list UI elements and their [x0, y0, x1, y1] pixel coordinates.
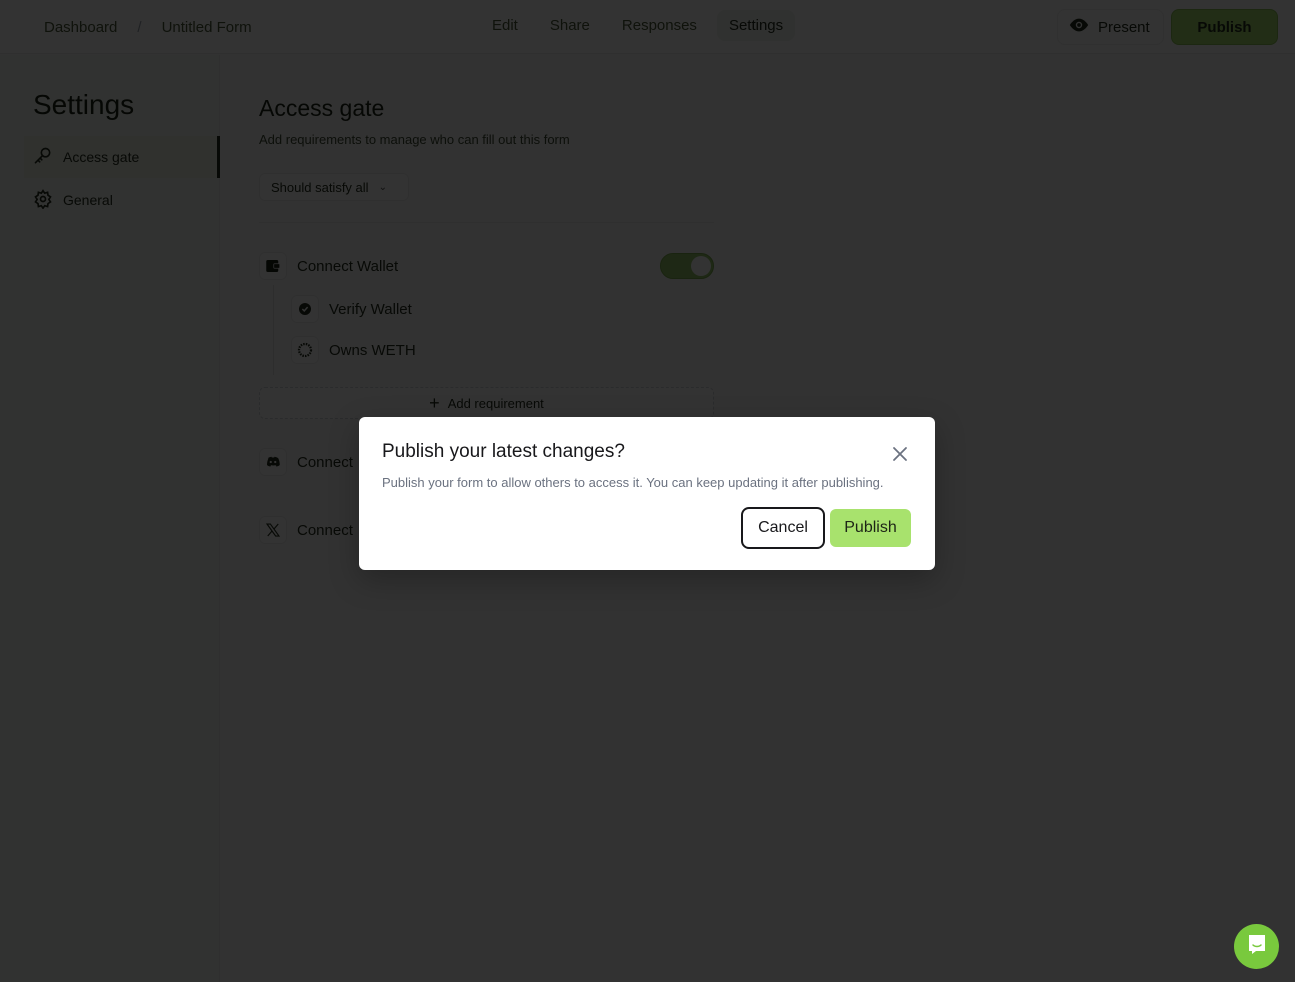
close-icon[interactable] — [890, 444, 910, 464]
cancel-button[interactable]: Cancel — [741, 507, 825, 549]
publish-button[interactable]: Publish — [830, 509, 911, 547]
chat-icon — [1247, 933, 1267, 960]
publish-dialog: Publish your latest changes? Publish you… — [359, 417, 935, 570]
chat-launcher-button[interactable] — [1234, 924, 1279, 969]
dialog-title: Publish your latest changes? — [382, 441, 625, 462]
dialog-description: Publish your form to allow others to acc… — [382, 475, 884, 490]
